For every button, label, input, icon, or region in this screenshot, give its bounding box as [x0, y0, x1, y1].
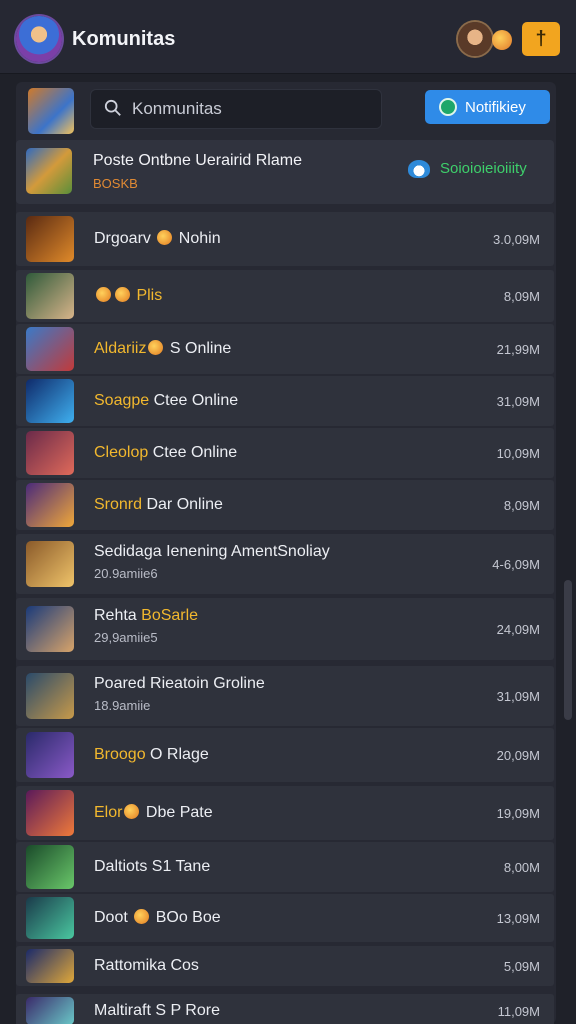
list-item-title: Sedidaga Ienening AmentSnoliay	[94, 543, 330, 561]
member-count: 21,99M	[496, 341, 540, 357]
list-item-subtitle: 29,9amiie5	[94, 630, 158, 645]
cloud-icon	[408, 160, 430, 178]
title-text: Rehta	[94, 607, 142, 624]
notify-label: Notifikiey	[465, 99, 526, 116]
coin-icon	[96, 287, 111, 302]
coin-icon	[157, 230, 173, 245]
title-text: Dbe Pate	[141, 804, 213, 821]
game-thumbnail	[26, 327, 74, 371]
member-count: 4-6,09M	[492, 556, 540, 572]
game-thumbnail	[26, 790, 74, 836]
game-thumbnail[interactable]	[28, 88, 74, 134]
list-item-title: Broogo O Rlage	[94, 746, 209, 764]
list-item-subtitle: 18.9amiie	[94, 698, 151, 713]
member-count: 8,00M	[503, 859, 540, 875]
title-text: BOo Boe	[151, 909, 221, 926]
member-count: 24,09M	[496, 621, 540, 637]
title-text: Sedidaga Ienening AmentSnoliay	[94, 543, 330, 560]
list-item-title: Sronrd Dar Online	[94, 496, 223, 514]
list-item-title: Soagpe Ctee Online	[94, 392, 238, 410]
search-icon	[104, 99, 121, 116]
list-item-title: Rattomika Cos	[94, 957, 199, 975]
game-thumbnail	[26, 483, 74, 527]
title-text: O Rlage	[145, 746, 209, 763]
list-item-subtitle: 20.9amiie6	[94, 566, 158, 581]
game-thumbnail	[26, 273, 74, 319]
featured-title: Poste Ontbne Uerairid Rlame	[93, 152, 302, 169]
title-text: S Online	[165, 340, 232, 357]
game-thumbnail	[26, 216, 74, 262]
member-count: 8,09M	[503, 497, 540, 513]
game-thumbnail	[26, 732, 74, 778]
coin-icon	[134, 909, 150, 924]
member-count: 5,09M	[503, 958, 540, 974]
title-highlight: Elor	[94, 804, 123, 821]
title-text: Poared Rieatoin Groline	[94, 675, 265, 692]
list-item-title: Aldariiz S Online	[94, 340, 231, 358]
member-count: 31,09M	[496, 688, 540, 704]
title-highlight: Cleolop	[94, 444, 149, 461]
title-text: Nohin	[174, 230, 221, 247]
title-text: Ctee Online	[149, 392, 239, 409]
page-title: Komunitas	[72, 28, 176, 50]
game-thumbnail	[26, 541, 74, 587]
notify-button[interactable]: Notifikiey	[425, 90, 550, 124]
game-thumbnail	[26, 606, 74, 652]
title-highlight: Broogo	[94, 746, 146, 763]
list-item-title: Cleolop Ctee Online	[94, 444, 237, 462]
title-text: Rattomika Cos	[94, 957, 199, 974]
member-count: 3.0,09M	[493, 231, 540, 247]
pin-button[interactable]: †	[522, 22, 560, 56]
game-thumbnail	[26, 897, 74, 939]
app-header: Komunitas †	[0, 0, 576, 74]
list-item-title: Doot BOo Boe	[94, 909, 221, 927]
list-item-title: Elor Dbe Pate	[94, 804, 213, 822]
title-text: Doot	[94, 909, 133, 926]
list-item-title: Plis	[94, 287, 162, 305]
title-text: BoSarle	[141, 607, 199, 624]
featured-badge: Soioioieioiiity	[440, 160, 527, 177]
title-text: Ctee Online	[148, 444, 238, 461]
game-thumbnail	[26, 997, 74, 1024]
member-count: 19,09M	[496, 805, 540, 821]
coin-icon	[115, 287, 130, 302]
game-thumbnail	[26, 845, 74, 889]
member-count: 11,09M	[497, 1003, 540, 1019]
bell-icon	[439, 98, 457, 116]
game-thumbnail	[26, 431, 74, 475]
game-thumbnail	[26, 949, 74, 983]
list-item-title: Rehta BoSarle	[94, 607, 198, 625]
title-text: Daltiots S1 Tane	[94, 858, 211, 875]
member-count: 13,09M	[496, 910, 540, 926]
member-count: 10,09M	[496, 445, 540, 461]
featured-thumbnail	[26, 148, 72, 194]
game-thumbnail	[26, 673, 74, 719]
game-thumbnail	[26, 379, 74, 423]
list-item-title: Poared Rieatoin Groline	[94, 675, 265, 693]
title-highlight: Sronrd	[94, 496, 143, 513]
title-text: Dar Online	[142, 496, 223, 513]
coin-icon	[148, 340, 164, 355]
scrollbar[interactable]	[564, 580, 572, 720]
list-item-title: Drgoarv Nohin	[94, 230, 221, 248]
title-highlight: Soagpe	[94, 392, 150, 409]
title-text: Drgoarv	[94, 230, 156, 247]
member-count: 20,09M	[496, 747, 540, 763]
member-count: 31,09M	[496, 393, 540, 409]
user-avatar[interactable]	[458, 22, 492, 56]
coin-icon	[492, 30, 512, 50]
list-item-title: Daltiots S1 Tane	[94, 858, 210, 876]
featured-subtitle: BOSKB	[93, 176, 138, 191]
list-item-title: Maltiraft S P Rore	[94, 1002, 220, 1020]
search-value: Konmunitas	[132, 99, 222, 118]
title-text: Maltiraft S P Rore	[94, 1002, 220, 1019]
community-avatar[interactable]	[16, 16, 62, 62]
title-text: Plis	[132, 287, 163, 304]
title-highlight: Aldariiz	[94, 340, 147, 357]
coin-icon	[124, 804, 140, 819]
member-count: 8,09M	[503, 288, 540, 304]
